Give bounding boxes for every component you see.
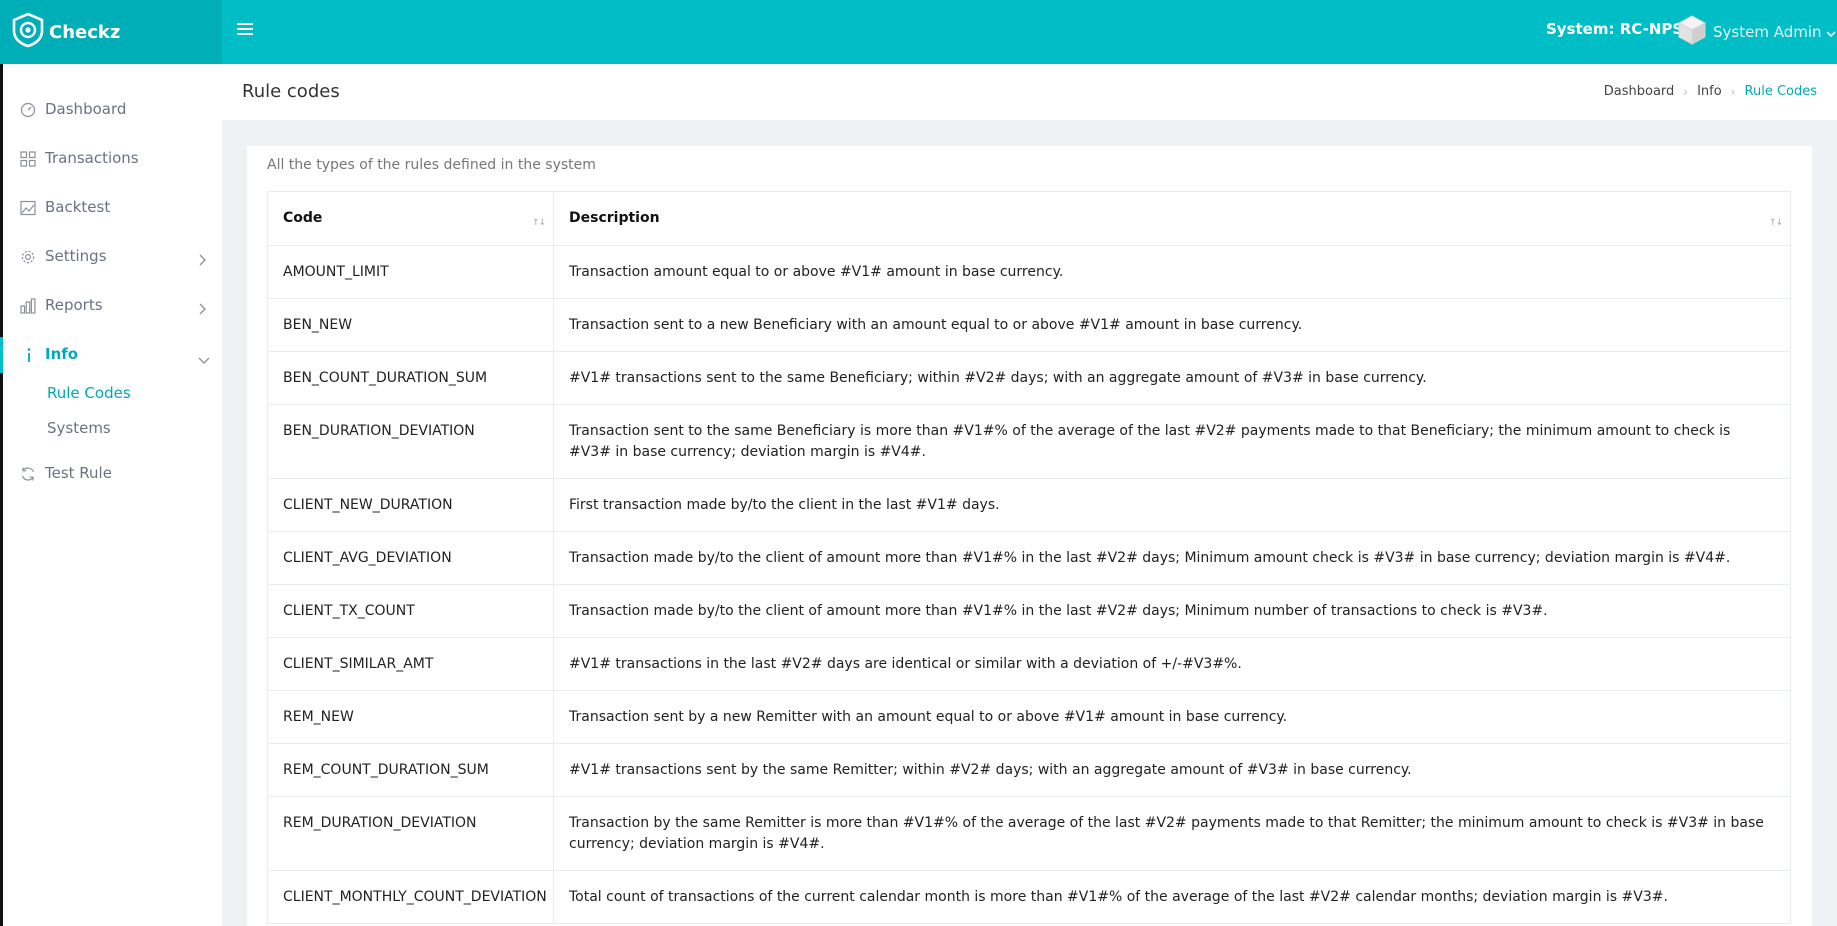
table-row: REM_NEW Transaction sent by a new Remitte… [267, 690, 1791, 744]
user-name: System Admin [1713, 23, 1822, 41]
brand-name: Checkz [49, 21, 121, 43]
rule-code-cell: CLIENT_AVG_DEVIATION [267, 531, 554, 585]
column-header-code[interactable]: Code ↑↓ [267, 191, 554, 246]
column-header-description[interactable]: Description ↑↓ [553, 191, 1791, 246]
rule-description-cell: Transaction made by/to the client of amo… [553, 531, 1791, 585]
breadcrumb-rule-codes: Rule Codes [1744, 84, 1817, 99]
top-bar: Checkz System: RC-NPS System Admin [0, 0, 1837, 64]
breadcrumb-separator-icon: › [1683, 84, 1689, 99]
subheader: Rule codes Dashboard › Info › Rule Codes [222, 64, 1837, 120]
table-row: CLIENT_AVG_DEVIATION Transaction made by/… [267, 531, 1791, 585]
rule-description-cell: #V1# transactions sent by the same Remit… [553, 743, 1791, 797]
rule-code-cell: REM_COUNT_DURATION_SUM [267, 743, 554, 797]
table-row: CLIENT_TX_COUNT Transaction made by/to th… [267, 584, 1791, 638]
sidebar-item-label: Dashboard [45, 100, 127, 118]
dashboard-gauge-icon [20, 102, 36, 118]
sidebar-subitem-systems[interactable]: Systems [47, 419, 111, 437]
rule-description-cell: Transaction sent to the same Beneficiary… [553, 404, 1791, 479]
column-header-label: Code [283, 210, 323, 226]
checkz-logo-icon [11, 12, 45, 52]
grid-icon [20, 151, 36, 167]
rule-code-cell: CLIENT_SIMILAR_AMT [267, 637, 554, 691]
chevron-down-icon [1825, 23, 1836, 42]
table-row: BEN_DURATION_DEVIATION Transaction sent t… [267, 404, 1791, 479]
rule-description-cell: Transaction by the same Remitter is more… [553, 796, 1791, 871]
breadcrumb-dashboard[interactable]: Dashboard [1604, 84, 1675, 99]
sidebar-item-label: Reports [45, 296, 103, 314]
sidebar-item-label: Settings [45, 247, 107, 265]
rule-code-cell: BEN_COUNT_DURATION_SUM [267, 351, 554, 405]
breadcrumb: Dashboard › Info › Rule Codes [1604, 84, 1817, 99]
sidebar-item-label: Transactions [45, 149, 139, 167]
sidebar-item-backtest[interactable]: Backtest [3, 188, 222, 228]
image-chart-icon [20, 200, 36, 216]
rule-code-cell: REM_DURATION_DEVIATION [267, 796, 554, 871]
refresh-icon [20, 466, 36, 482]
column-header-label: Description [569, 210, 660, 226]
rule-code-cell: AMOUNT_LIMIT [267, 245, 554, 299]
chevron-right-icon [198, 300, 206, 319]
table-row: REM_DURATION_DEVIATION Transaction by the… [267, 796, 1791, 871]
page-title: Rule codes [242, 81, 340, 102]
rule-codes-card: All the types of the rules defined in th… [247, 146, 1812, 926]
sidebar-item-info[interactable]: Info [0, 335, 222, 375]
sidebar-item-test-rule[interactable]: Test Rule [3, 454, 222, 494]
rule-description-cell: Transaction sent by a new Remitter with … [553, 690, 1791, 744]
rule-description-cell: First transaction made by/to the client … [553, 478, 1791, 532]
rule-code-cell: BEN_DURATION_DEVIATION [267, 404, 554, 479]
table-row: CLIENT_NEW_DURATION First transaction mad… [267, 478, 1791, 532]
rule-code-cell: REM_NEW [267, 690, 554, 744]
brand[interactable]: Checkz [0, 0, 222, 64]
bar-chart-icon [20, 298, 36, 314]
rule-code-cell: BEN_NEW [267, 298, 554, 352]
rule-code-cell: CLIENT_NEW_DURATION [267, 478, 554, 532]
table-body: AMOUNT_LIMIT Transaction amount equal to … [267, 245, 1791, 924]
breadcrumb-separator-icon: › [1730, 84, 1736, 99]
chevron-right-icon [198, 251, 206, 270]
rule-description-cell: #V1# transactions in the last #V2# days … [553, 637, 1791, 691]
sidebar-item-settings[interactable]: Settings [3, 237, 222, 277]
table-row: CLIENT_MONTHLY_COUNT_DEVIATION Total coun… [267, 870, 1791, 924]
table-row: REM_COUNT_DURATION_SUM #V1# transactions … [267, 743, 1791, 797]
rule-description-cell: Transaction made by/to the client of amo… [553, 584, 1791, 638]
rule-code-cell: CLIENT_TX_COUNT [267, 584, 554, 638]
rule-codes-table: Code ↑↓ Description ↑↓ AMOUNT_LIMIT Trans… [267, 191, 1791, 924]
sort-icon: ↑↓ [531, 218, 546, 228]
card-description: All the types of the rules defined in th… [267, 157, 596, 173]
user-menu[interactable]: System Admin [1677, 14, 1836, 50]
sort-icon: ↑↓ [1768, 218, 1783, 228]
table-row: CLIENT_SIMILAR_AMT #V1# transactions in t… [267, 637, 1791, 691]
menu-toggle-icon[interactable] [237, 20, 255, 40]
sidebar-item-label: Backtest [45, 198, 111, 216]
sidebar-item-dashboard[interactable]: Dashboard [3, 90, 222, 130]
info-icon [20, 347, 36, 363]
table-row: AMOUNT_LIMIT Transaction amount equal to … [267, 245, 1791, 299]
sidebar-subitem-rule-codes[interactable]: Rule Codes [47, 384, 131, 402]
rule-description-cell: #V1# transactions sent to the same Benef… [553, 351, 1791, 405]
sidebar-item-transactions[interactable]: Transactions [3, 139, 222, 179]
user-avatar-icon [1677, 14, 1707, 50]
sidebar-item-label: Test Rule [45, 464, 112, 482]
rule-description-cell: Total count of transactions of the curre… [553, 870, 1791, 924]
sidebar-item-label: Info [45, 345, 79, 363]
breadcrumb-info[interactable]: Info [1697, 84, 1722, 99]
system-label: System: RC-NPS [1546, 20, 1684, 38]
rule-description-cell: Transaction sent to a new Beneficiary wi… [553, 298, 1791, 352]
rule-code-cell: CLIENT_MONTHLY_COUNT_DEVIATION [267, 870, 554, 924]
chevron-down-icon [198, 349, 210, 368]
rule-description-cell: Transaction amount equal to or above #V1… [553, 245, 1791, 299]
table-row: BEN_COUNT_DURATION_SUM #V1# transactions … [267, 351, 1791, 405]
table-row: BEN_NEW Transaction sent to a new Benefic… [267, 298, 1791, 352]
sidebar: Dashboard Transactions Backtest Settings… [0, 64, 222, 926]
gear-icon [20, 249, 36, 265]
sidebar-item-reports[interactable]: Reports [3, 286, 222, 326]
